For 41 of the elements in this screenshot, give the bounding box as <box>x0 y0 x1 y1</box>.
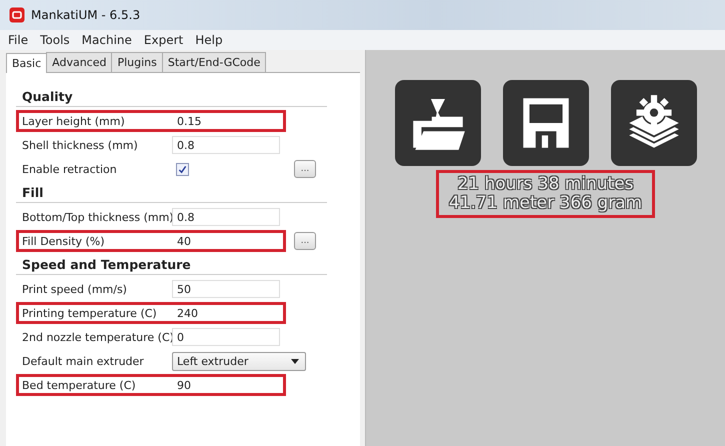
more-button[interactable]: ... <box>294 160 316 178</box>
section-heading: Quality <box>16 85 327 107</box>
tab[interactable]: Basic <box>6 53 48 73</box>
load-button[interactable] <box>394 80 480 166</box>
section-heading: Speed and Temperature <box>16 253 327 275</box>
input-field[interactable]: 0.15 <box>172 112 280 130</box>
menu-item[interactable]: Tools <box>40 33 70 47</box>
tab[interactable]: Start/End-GCode <box>162 52 266 72</box>
window-title: MankatiUM - 6.5.3 <box>31 8 140 22</box>
more-button[interactable]: ... <box>294 232 316 250</box>
input-field[interactable]: 0.8 <box>172 136 280 154</box>
settings-button[interactable] <box>610 80 696 166</box>
checkbox[interactable] <box>176 162 189 176</box>
menu-item[interactable]: File <box>8 33 28 47</box>
field-label: Enable retraction <box>21 162 118 176</box>
dropdown[interactable]: Left extruder <box>172 352 306 370</box>
input-field[interactable]: 0.8 <box>172 208 280 226</box>
menu-item[interactable]: Expert <box>144 33 184 47</box>
app-icon <box>9 7 25 23</box>
input-field[interactable]: 90 <box>172 376 280 394</box>
field-label: Shell thickness (mm) <box>21 138 139 152</box>
field-label: Printing temperature (C) <box>21 306 158 320</box>
save-button[interactable] <box>502 80 588 166</box>
print-estimate: 41.71 meter 366 gram <box>448 194 642 213</box>
input-field[interactable]: 40 <box>172 232 280 250</box>
field-label: Bottom/Top thickness (mm) <box>21 210 172 224</box>
menu-item[interactable]: Machine <box>82 33 132 47</box>
section-heading: Fill <box>16 181 327 203</box>
tab[interactable]: Advanced <box>46 52 112 72</box>
caret-icon <box>291 358 299 364</box>
field-label: Layer height (mm) <box>21 114 126 128</box>
input-field[interactable]: 240 <box>172 304 280 322</box>
tab[interactable]: Plugins <box>111 52 163 72</box>
input-field[interactable]: 0 <box>172 328 280 346</box>
menu-item[interactable]: Help <box>195 33 223 47</box>
print-estimate: 21 hours 38 minutes <box>456 175 635 194</box>
field-label: Default main extruder <box>21 354 145 368</box>
field-label: Bed temperature (C) <box>21 378 137 392</box>
field-label: Print speed (mm/s) <box>21 282 128 296</box>
field-label: Fill Density (%) <box>21 234 106 248</box>
input-field[interactable]: 50 <box>172 280 280 298</box>
